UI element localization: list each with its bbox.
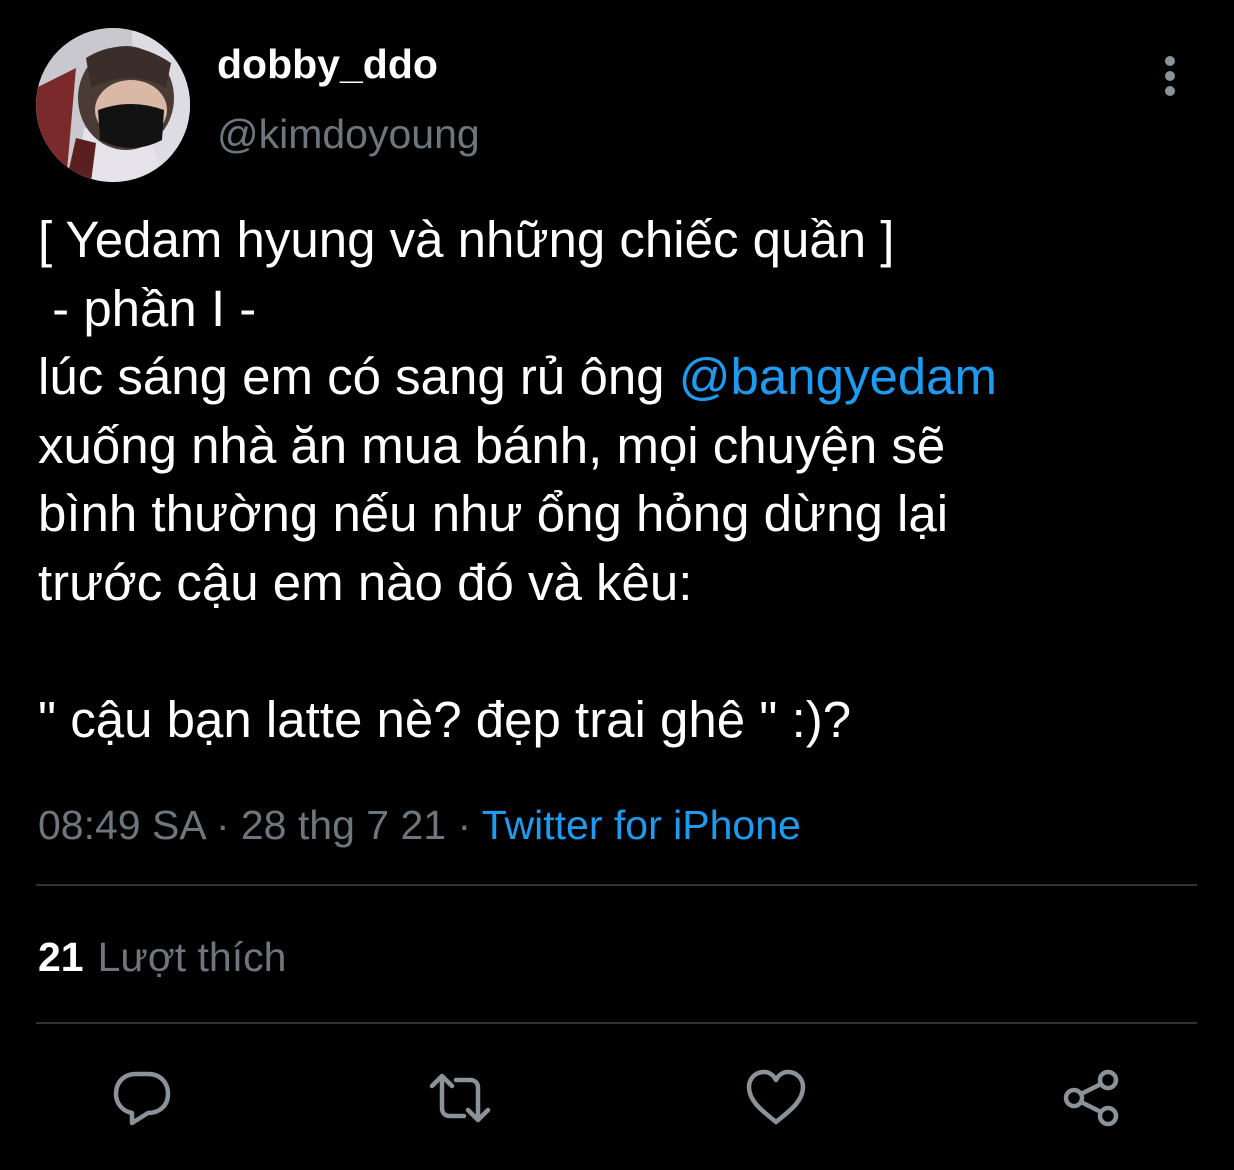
divider	[36, 884, 1197, 886]
likes-label: Lượt thích	[97, 934, 287, 980]
tweet-text: [ Yedam hyung và những chiếc quần ] - ph…	[38, 206, 1208, 755]
tweet-source-link[interactable]: Twitter for iPhone	[482, 802, 801, 848]
likes-count: 21	[38, 934, 84, 980]
reply-button[interactable]	[110, 1066, 174, 1130]
share-icon	[1063, 1069, 1119, 1127]
more-vertical-icon[interactable]	[1156, 54, 1184, 98]
tweet-date[interactable]: 28 thg 7 21	[241, 802, 446, 848]
likes-stat[interactable]: 21 Lượt thích	[38, 932, 286, 982]
meta-separator: ·	[446, 802, 482, 848]
avatar[interactable]	[36, 28, 190, 182]
retweet-button[interactable]	[428, 1066, 492, 1130]
avatar-image	[36, 28, 190, 182]
tweet-line: [ Yedam hyung và những chiếc quần ]	[38, 211, 895, 268]
comment-icon	[113, 1071, 171, 1126]
heart-icon	[746, 1069, 806, 1125]
display-name[interactable]: dobby_ddo	[217, 40, 438, 88]
divider	[36, 1022, 1197, 1024]
like-button[interactable]	[744, 1066, 808, 1130]
mention-link[interactable]: @bangyedam	[679, 348, 997, 405]
tweet-time[interactable]: 08:49 SA	[38, 802, 204, 848]
tweet-line: lúc sáng em có sang rủ ông	[38, 348, 679, 406]
tweet-line: bình thường nếu như ổng hỏng dừng lại	[38, 485, 949, 543]
tweet-meta: 08:49 SA · 28 thg 7 21 · Twitter for iPh…	[38, 800, 801, 850]
tweet-line: trước cậu em nào đó và kêu:	[38, 553, 693, 611]
tweet-line: xuống nhà ăn mua bánh, mọi chuyện sẽ	[38, 416, 946, 474]
user-handle[interactable]: @kimdoyoung	[217, 110, 480, 158]
share-button[interactable]	[1060, 1066, 1124, 1130]
tweet-line: " cậu bạn latte nè? đẹp trai ghê " :)?	[38, 691, 852, 749]
retweet-icon	[429, 1073, 491, 1123]
meta-separator: ·	[204, 802, 241, 848]
tweet-line: - phần I -	[38, 279, 257, 337]
